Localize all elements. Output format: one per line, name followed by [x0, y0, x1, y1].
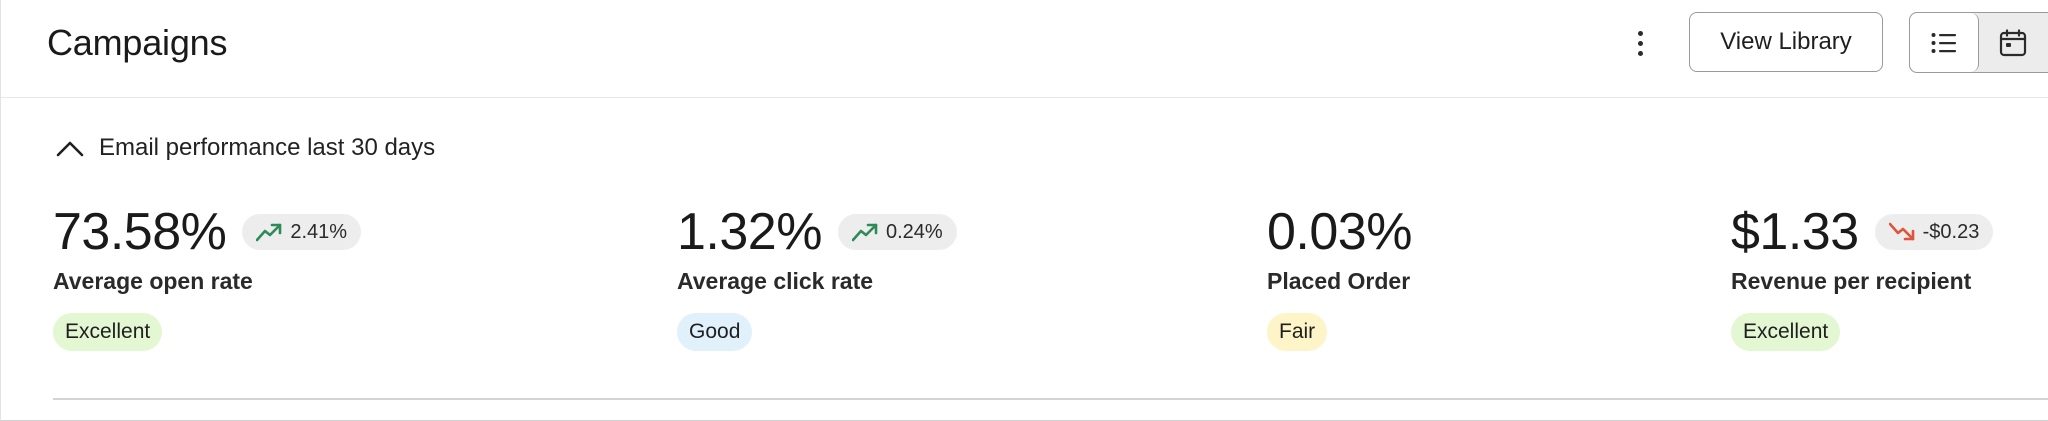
metric-placed-order: 0.03% Placed Order Fair	[1267, 200, 1412, 351]
view-library-button[interactable]: View Library	[1689, 12, 1883, 72]
list-view-button[interactable]	[1910, 13, 1979, 72]
trend-badge: 2.41%	[242, 214, 362, 250]
metric-value: 0.03%	[1267, 203, 1412, 261]
trend-down-icon	[1888, 222, 1914, 241]
chevron-up-icon	[56, 141, 84, 157]
trend-badge: -$0.23	[1874, 214, 1994, 250]
trend-value: -$0.23	[1922, 220, 1980, 243]
metric-value: 1.32%	[677, 203, 822, 261]
rating-badge: Fair	[1267, 313, 1328, 351]
trend-value: 0.24%	[885, 220, 943, 243]
view-toggle	[1909, 12, 2048, 73]
metric-label: Placed Order	[1267, 268, 1411, 294]
trend-badge: 0.24%	[837, 214, 957, 250]
metric-open-rate: 73.58% 2.41% Average open rate Excellent	[53, 200, 362, 351]
section-divider	[53, 398, 2048, 400]
page-header: Campaigns View Library	[1, 0, 2048, 98]
metric-revenue-per-recipient: $1.33 -$0.23 Revenue per recipient Excel…	[1731, 200, 1994, 351]
metric-value: $1.33	[1731, 203, 1859, 261]
page-title: Campaigns	[47, 22, 228, 63]
metric-label: Revenue per recipient	[1731, 268, 1972, 294]
trend-up-icon	[851, 223, 878, 242]
metric-value: 73.58%	[53, 203, 227, 261]
calendar-icon	[1999, 28, 2027, 56]
rating-badge: Good	[677, 313, 753, 351]
trend-value: 2.41%	[290, 220, 348, 243]
metric-click-rate: 1.32% 0.24% Average click rate Good	[677, 200, 957, 351]
rating-badge: Excellent	[53, 313, 163, 351]
campaigns-page: Campaigns View Library Email performance…	[0, 0, 2048, 421]
more-options-button[interactable]	[1625, 22, 1655, 64]
section-title: Email performance last 30 days	[99, 134, 436, 161]
performance-section-toggle[interactable]: Email performance last 30 days	[55, 134, 435, 162]
metric-label: Average open rate	[53, 268, 253, 294]
more-vertical-icon	[1637, 30, 1643, 36]
rating-badge: Excellent	[1731, 313, 1841, 351]
calendar-view-button[interactable]	[1979, 13, 2047, 72]
metric-label: Average click rate	[677, 268, 874, 294]
list-icon	[1931, 32, 1956, 53]
trend-up-icon	[256, 223, 282, 242]
